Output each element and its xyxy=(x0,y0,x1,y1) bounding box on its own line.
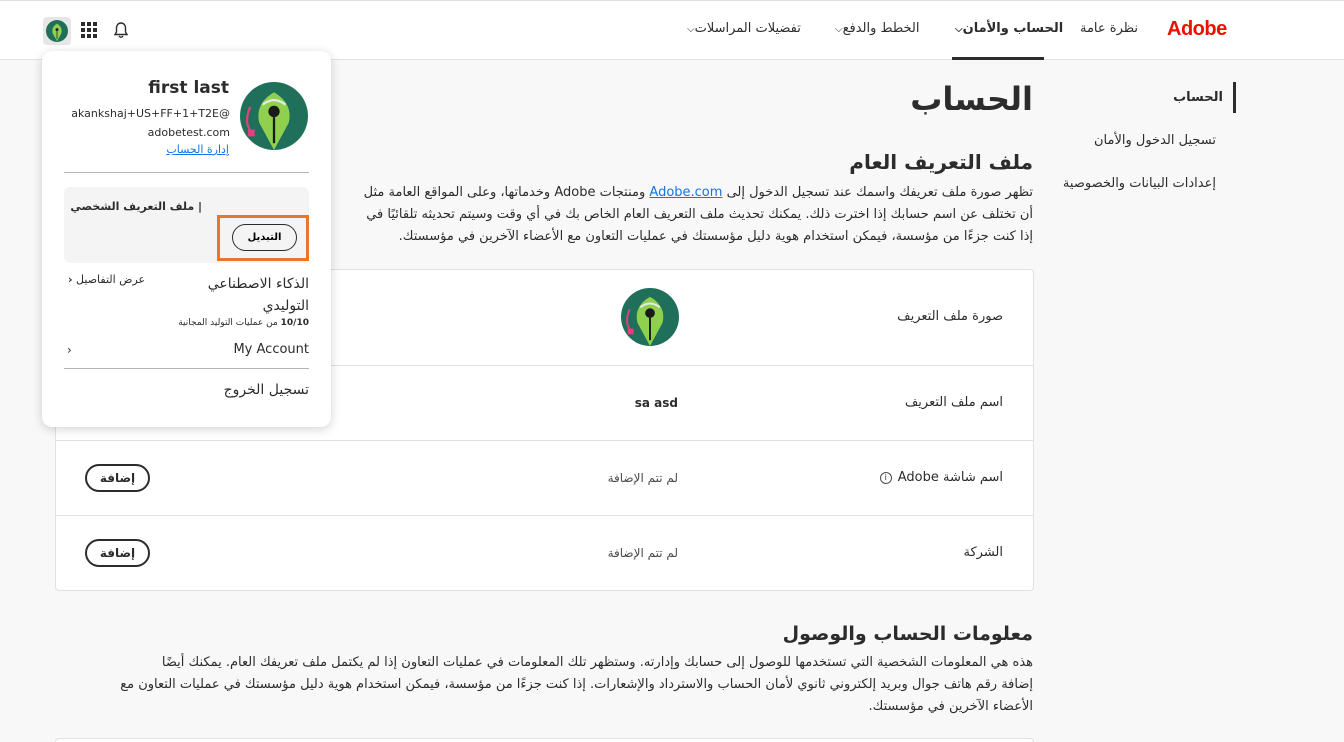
screen-name-row: اسم شاشة Adobei لم تتم الإضافة إضافة xyxy=(56,441,1033,516)
nav-plans-payment[interactable]: الخطط والدفع⌵ xyxy=(833,21,920,36)
row-label: صورة ملف التعريف xyxy=(897,309,1003,324)
profile-name-value: sa asd xyxy=(634,396,678,410)
sign-out-button[interactable]: تسجيل الخروج xyxy=(224,382,309,398)
adobe-com-link[interactable]: Adobe.com xyxy=(649,185,722,200)
panel-avatar xyxy=(240,82,308,154)
profile-picture-avatar[interactable] xyxy=(621,288,679,350)
chevron-left-icon: ‹ xyxy=(68,273,73,286)
add-screen-name-button[interactable]: إضافة xyxy=(85,464,150,492)
notifications-bell-icon[interactable] xyxy=(107,16,135,44)
account-access-title: معلومات الحساب والوصول xyxy=(782,623,1033,645)
chevron-down-icon: ⌵ xyxy=(687,24,695,35)
user-name: first last xyxy=(148,78,229,98)
side-navigation: الحساب تسجيل الدخول والأمان إعدادات البي… xyxy=(1060,82,1236,211)
company-value: لم تتم الإضافة xyxy=(607,546,678,560)
my-account-link[interactable]: My Account › xyxy=(64,341,309,363)
nav-overview[interactable]: نظرة عامة xyxy=(1080,21,1138,36)
nav-account-security[interactable]: الحساب والأمان⌵ xyxy=(953,21,1063,36)
user-email: akankshaj+US+FF+1+T2E@adobetest.com xyxy=(71,107,230,139)
profile-avatar-button[interactable] xyxy=(43,17,71,45)
row-label: اسم شاشة Adobei xyxy=(879,470,1003,485)
row-label: اسم ملف التعريف xyxy=(904,395,1003,410)
divider xyxy=(64,368,309,369)
avatar-icon xyxy=(46,20,68,42)
public-profile-description: تظهر صورة ملف تعريفك واسمك عند تسجيل الد… xyxy=(363,185,1033,244)
personal-profile-label: | ملف التعريف الشخصي xyxy=(70,200,202,213)
divider xyxy=(64,172,309,173)
genai-credits-count: 10/10 من عمليات التوليد المجانية xyxy=(178,318,309,328)
profile-dropdown-panel: first last akankshaj+US+FF+1+T2E@adobete… xyxy=(42,51,331,427)
account-info-card xyxy=(55,738,1034,742)
nav-messaging-preferences[interactable]: تفضيلات المراسلات⌵ xyxy=(685,21,801,36)
adobe-logo[interactable]: Adobe xyxy=(1167,18,1227,41)
public-profile-title: ملف التعريف العام xyxy=(849,150,1033,174)
row-label: الشركة xyxy=(963,545,1003,560)
sidebar-item-account[interactable]: الحساب xyxy=(1060,82,1236,113)
my-account-label: My Account xyxy=(233,342,309,357)
chevron-right-icon: › xyxy=(67,343,72,357)
switch-profile-button[interactable]: التبديل xyxy=(232,224,297,251)
genai-title: الذكاء الاصطناعي التوليدي xyxy=(207,276,309,314)
sidebar-item-data-privacy[interactable]: إعدادات البيانات والخصوصية xyxy=(1060,168,1228,199)
sidebar-item-signin-security[interactable]: تسجيل الدخول والأمان xyxy=(1060,125,1228,156)
personal-profile-box: | ملف التعريف الشخصي التبديل xyxy=(64,187,309,263)
account-access-description: هذه هي المعلومات الشخصية التي تستخدمها ل… xyxy=(120,655,1033,714)
chevron-down-icon: ⌵ xyxy=(955,24,963,35)
company-row: الشركة لم تتم الإضافة إضافة xyxy=(56,516,1033,591)
chevron-down-icon: ⌵ xyxy=(835,24,843,35)
manage-account-link[interactable]: إدارة الحساب xyxy=(166,143,229,156)
add-company-button[interactable]: إضافة xyxy=(85,539,150,567)
nav-active-indicator xyxy=(952,57,1044,60)
view-details-link[interactable]: عرض التفاصيل ‹ xyxy=(68,273,145,286)
screen-name-value: لم تتم الإضافة xyxy=(607,471,678,485)
avatar-icon xyxy=(621,288,679,346)
apps-grid-icon[interactable] xyxy=(75,16,103,44)
page-title: الحساب xyxy=(910,80,1033,118)
avatar-icon xyxy=(240,82,308,150)
info-icon[interactable]: i xyxy=(879,471,892,484)
